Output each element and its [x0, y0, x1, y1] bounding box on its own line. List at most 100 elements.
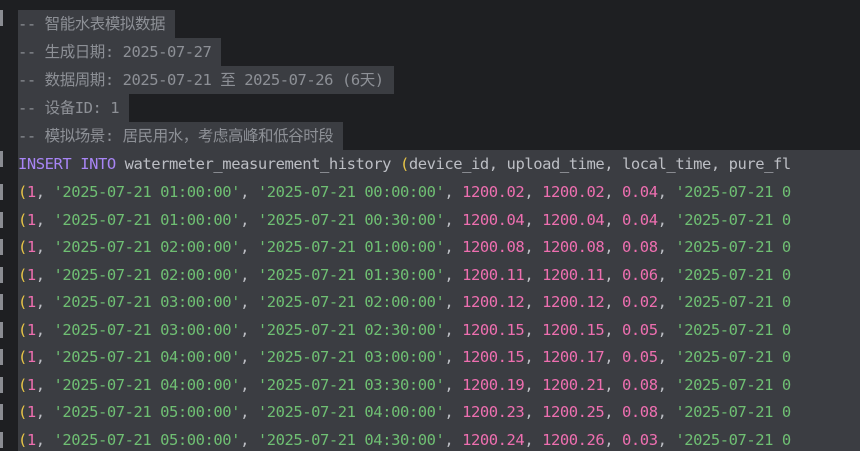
comma: ,	[35, 210, 54, 229]
comma: ,	[35, 348, 54, 366]
gutter-marker	[0, 294, 3, 310]
reading-value: 1200.23	[462, 403, 525, 421]
comma: ,	[604, 375, 623, 394]
reading-value: 1200.15	[462, 348, 525, 366]
next-time-value: '2025-07-21 0	[675, 375, 791, 394]
values-row[interactable]: (1, '2025-07-21 05:00:00', '2025-07-21 0…	[18, 425, 860, 451]
comma: ,	[35, 265, 54, 284]
gutter-marker	[0, 404, 3, 420]
upload-time-value: '2025-07-21 03:00:00'	[53, 320, 241, 339]
reading-value: 1200.12	[542, 293, 605, 311]
upload-time-value: '2025-07-21 05:00:00'	[53, 430, 241, 449]
comma: ,	[524, 238, 543, 256]
gutter-marker	[0, 349, 3, 365]
local-time-value: '2025-07-21 03:30:00'	[257, 375, 445, 394]
reading-value: 1200.02	[462, 183, 525, 201]
comma: ,	[524, 430, 543, 449]
sql-editor[interactable]: -- 智能水表模拟数据 -- 生成日期: 2025-07-27 -- 数据周期:…	[0, 0, 860, 451]
keyword-into: INTO	[80, 155, 116, 173]
comma: ,	[444, 430, 463, 449]
values-row[interactable]: (1, '2025-07-21 03:00:00', '2025-07-21 0…	[18, 288, 860, 316]
comma: ,	[240, 183, 258, 201]
flow-value: 0.04	[622, 210, 658, 229]
comment-line[interactable]: -- 模拟场景: 居民用水，考虑高峰和低谷时段	[18, 122, 344, 150]
comma: ,	[524, 320, 543, 339]
values-row[interactable]: (1, '2025-07-21 02:00:00', '2025-07-21 0…	[18, 233, 860, 261]
comma: ,	[604, 430, 623, 449]
values-row[interactable]: (1, '2025-07-21 04:00:00', '2025-07-21 0…	[18, 343, 860, 371]
comma: ,	[657, 403, 676, 421]
comma: ,	[444, 403, 463, 421]
upload-time-value: '2025-07-21 02:00:00'	[53, 238, 241, 256]
comma: ,	[444, 265, 463, 284]
next-time-value: '2025-07-21 0	[675, 293, 791, 311]
row-open-paren: (	[18, 375, 27, 394]
comma: ,	[240, 403, 258, 421]
comma: ,	[657, 210, 676, 229]
next-time-value: '2025-07-21 0	[675, 210, 791, 229]
flow-value: 0.05	[622, 348, 658, 366]
comma: ,	[604, 210, 623, 229]
gutter-marker	[0, 184, 3, 200]
upload-time-value: '2025-07-21 01:00:00'	[53, 183, 241, 201]
values-row[interactable]: (1, '2025-07-21 01:00:00', '2025-07-21 0…	[18, 205, 860, 234]
row-open-paren: (	[18, 320, 27, 339]
keyword-insert: INSERT	[18, 155, 72, 173]
device-id-value: 1	[26, 238, 36, 256]
values-row[interactable]: (1, '2025-07-21 01:00:00', '2025-07-21 0…	[18, 178, 860, 206]
upload-time-value: '2025-07-21 05:00:00'	[53, 403, 241, 421]
comment-line[interactable]: -- 设备ID: 1	[18, 94, 130, 122]
gutter-marker	[0, 151, 3, 167]
comma: ,	[524, 348, 543, 366]
comma: ,	[240, 348, 258, 366]
values-row[interactable]: (1, '2025-07-21 02:00:00', '2025-07-21 0…	[18, 260, 860, 289]
gutter-marker	[0, 266, 3, 283]
reading-value: 1200.15	[462, 320, 525, 339]
row-open-paren: (	[18, 238, 27, 256]
row-open-paren: (	[18, 183, 27, 201]
values-row[interactable]: (1, '2025-07-21 04:00:00', '2025-07-21 0…	[18, 370, 860, 399]
comment-line[interactable]: -- 生成日期: 2025-07-27	[18, 38, 222, 66]
values-row[interactable]: (1, '2025-07-21 03:00:00', '2025-07-21 0…	[18, 315, 860, 344]
comma: ,	[604, 238, 623, 256]
device-id-value: 1	[26, 210, 36, 229]
next-time-value: '2025-07-21 0	[675, 265, 791, 284]
row-open-paren: (	[18, 348, 27, 366]
comma: ,	[604, 403, 623, 421]
reading-value: 1200.12	[462, 293, 525, 311]
comma: ,	[524, 265, 543, 284]
insert-statement-line[interactable]: INSERT INTO watermeter_measurement_histo…	[18, 150, 860, 178]
comma: ,	[524, 183, 543, 201]
flow-value: 0.03	[622, 430, 658, 449]
local-time-value: '2025-07-21 04:00:00'	[257, 403, 445, 421]
row-open-paren: (	[18, 430, 27, 449]
local-time-value: '2025-07-21 02:30:00'	[257, 320, 445, 339]
upload-time-value: '2025-07-21 02:00:00'	[53, 265, 241, 284]
flow-value: 0.02	[622, 293, 658, 311]
device-id-value: 1	[26, 348, 36, 366]
comma: ,	[657, 183, 676, 201]
values-row[interactable]: (1, '2025-07-21 05:00:00', '2025-07-21 0…	[18, 398, 860, 426]
comment-line[interactable]: -- 智能水表模拟数据	[18, 10, 176, 38]
comma: ,	[657, 265, 676, 284]
reading-value: 1200.17	[542, 348, 605, 366]
reading-value: 1200.24	[462, 430, 525, 449]
comma: ,	[35, 403, 54, 421]
comma: ,	[604, 183, 623, 201]
reading-value: 1200.08	[462, 238, 525, 256]
comma: ,	[444, 375, 463, 394]
comma: ,	[240, 265, 258, 284]
reading-value: 1200.19	[462, 375, 525, 394]
comma: ,	[35, 238, 54, 256]
comma: ,	[35, 320, 54, 339]
gutter-marker	[0, 239, 3, 255]
table-name: watermeter_measurement_history	[124, 155, 392, 173]
comma: ,	[524, 210, 543, 229]
comma: ,	[657, 348, 676, 366]
comma: ,	[604, 265, 623, 284]
local-time-value: '2025-07-21 01:00:00'	[257, 238, 445, 256]
comma: ,	[657, 430, 676, 449]
row-open-paren: (	[18, 265, 27, 284]
comment-line[interactable]: -- 数据周期: 2025-07-21 至 2025-07-26 (6天)	[18, 66, 394, 94]
reading-value: 1200.26	[542, 430, 605, 449]
